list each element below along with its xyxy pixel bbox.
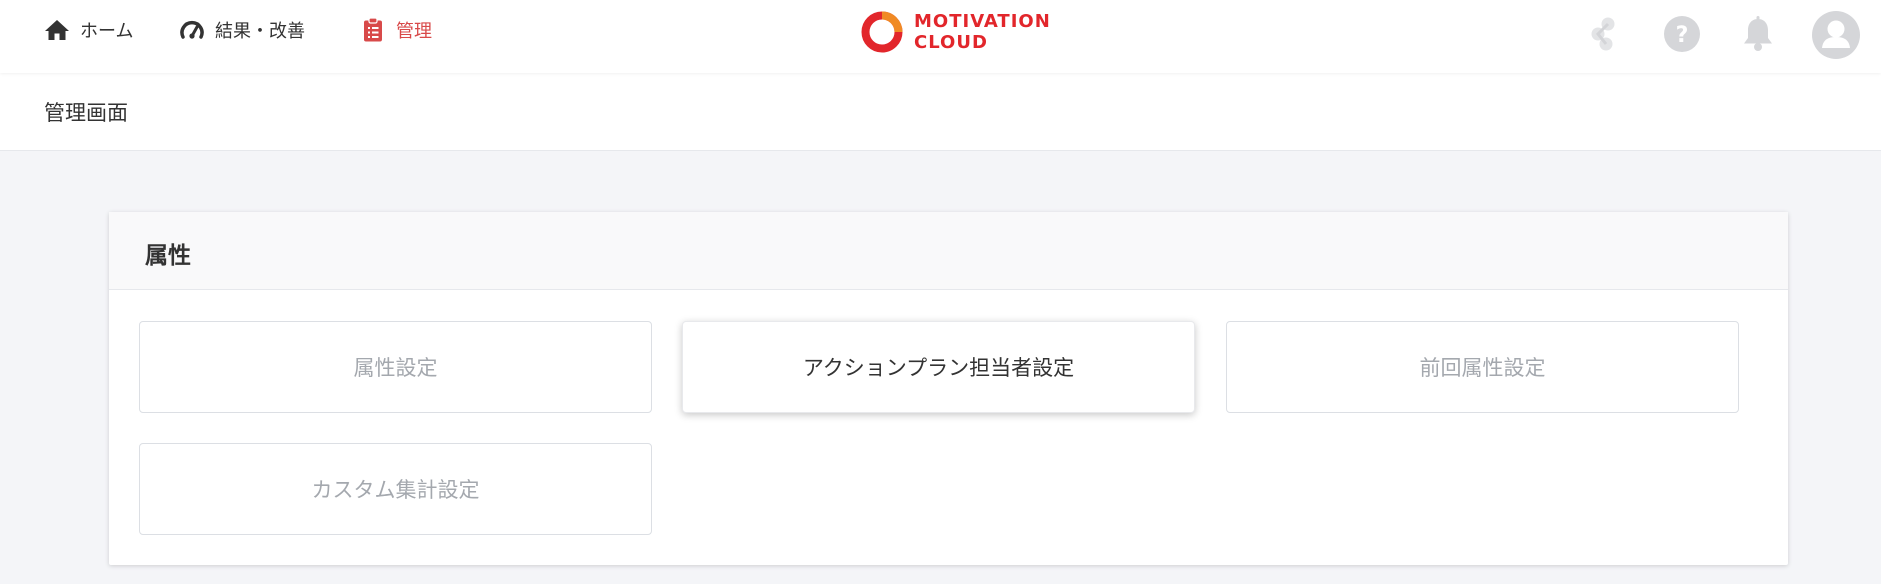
motivation-cloud-logo[interactable]: MOTIVATION CLOUD [860, 8, 1051, 56]
link-icon[interactable] [1586, 14, 1620, 54]
gauge-icon [179, 17, 205, 43]
previous-attribute-settings-tile[interactable]: 前回属性設定 [1226, 321, 1739, 413]
nav-admin-label: 管理 [396, 21, 432, 42]
nav-admin[interactable]: 管理 [360, 16, 432, 44]
card-header: 属性 [109, 212, 1788, 290]
clipboard-icon [360, 17, 386, 43]
page-title: 管理画面 [44, 101, 128, 125]
section-title: 属性 [145, 243, 191, 269]
avatar-icon[interactable] [1811, 10, 1861, 60]
custom-aggregation-settings-tile[interactable]: カスタム集計設定 [139, 443, 652, 535]
top-nav: ホーム 結果・改善 管理 MOTIVATION CLOUD ? [0, 0, 1881, 73]
home-icon [44, 17, 70, 43]
logo-line-1: MOTIVATION [914, 11, 1051, 32]
page-header: 管理画面 [0, 73, 1881, 151]
attributes-card: 属性 属性設定 アクションプラン担当者設定 前回属性設定 カスタム集計設定 [109, 212, 1788, 565]
bell-icon[interactable] [1738, 14, 1778, 54]
tile-label: 前回属性設定 [1419, 356, 1546, 380]
svg-text:?: ? [1676, 23, 1689, 48]
logo-ring-icon [861, 11, 903, 53]
nav-results-label: 結果・改善 [215, 21, 305, 42]
tile-label: カスタム集計設定 [311, 478, 480, 502]
tile-label: 属性設定 [353, 356, 438, 380]
nav-results[interactable]: 結果・改善 [179, 16, 305, 44]
nav-home[interactable]: ホーム [44, 16, 133, 44]
attribute-settings-tile[interactable]: 属性設定 [139, 321, 652, 413]
action-plan-owner-settings-tile[interactable]: アクションプラン担当者設定 [682, 321, 1195, 413]
logo-line-2: CLOUD [914, 32, 988, 53]
help-icon[interactable]: ? [1662, 14, 1702, 54]
nav-home-label: ホーム [80, 21, 134, 42]
tile-label: アクションプラン担当者設定 [802, 356, 1075, 380]
